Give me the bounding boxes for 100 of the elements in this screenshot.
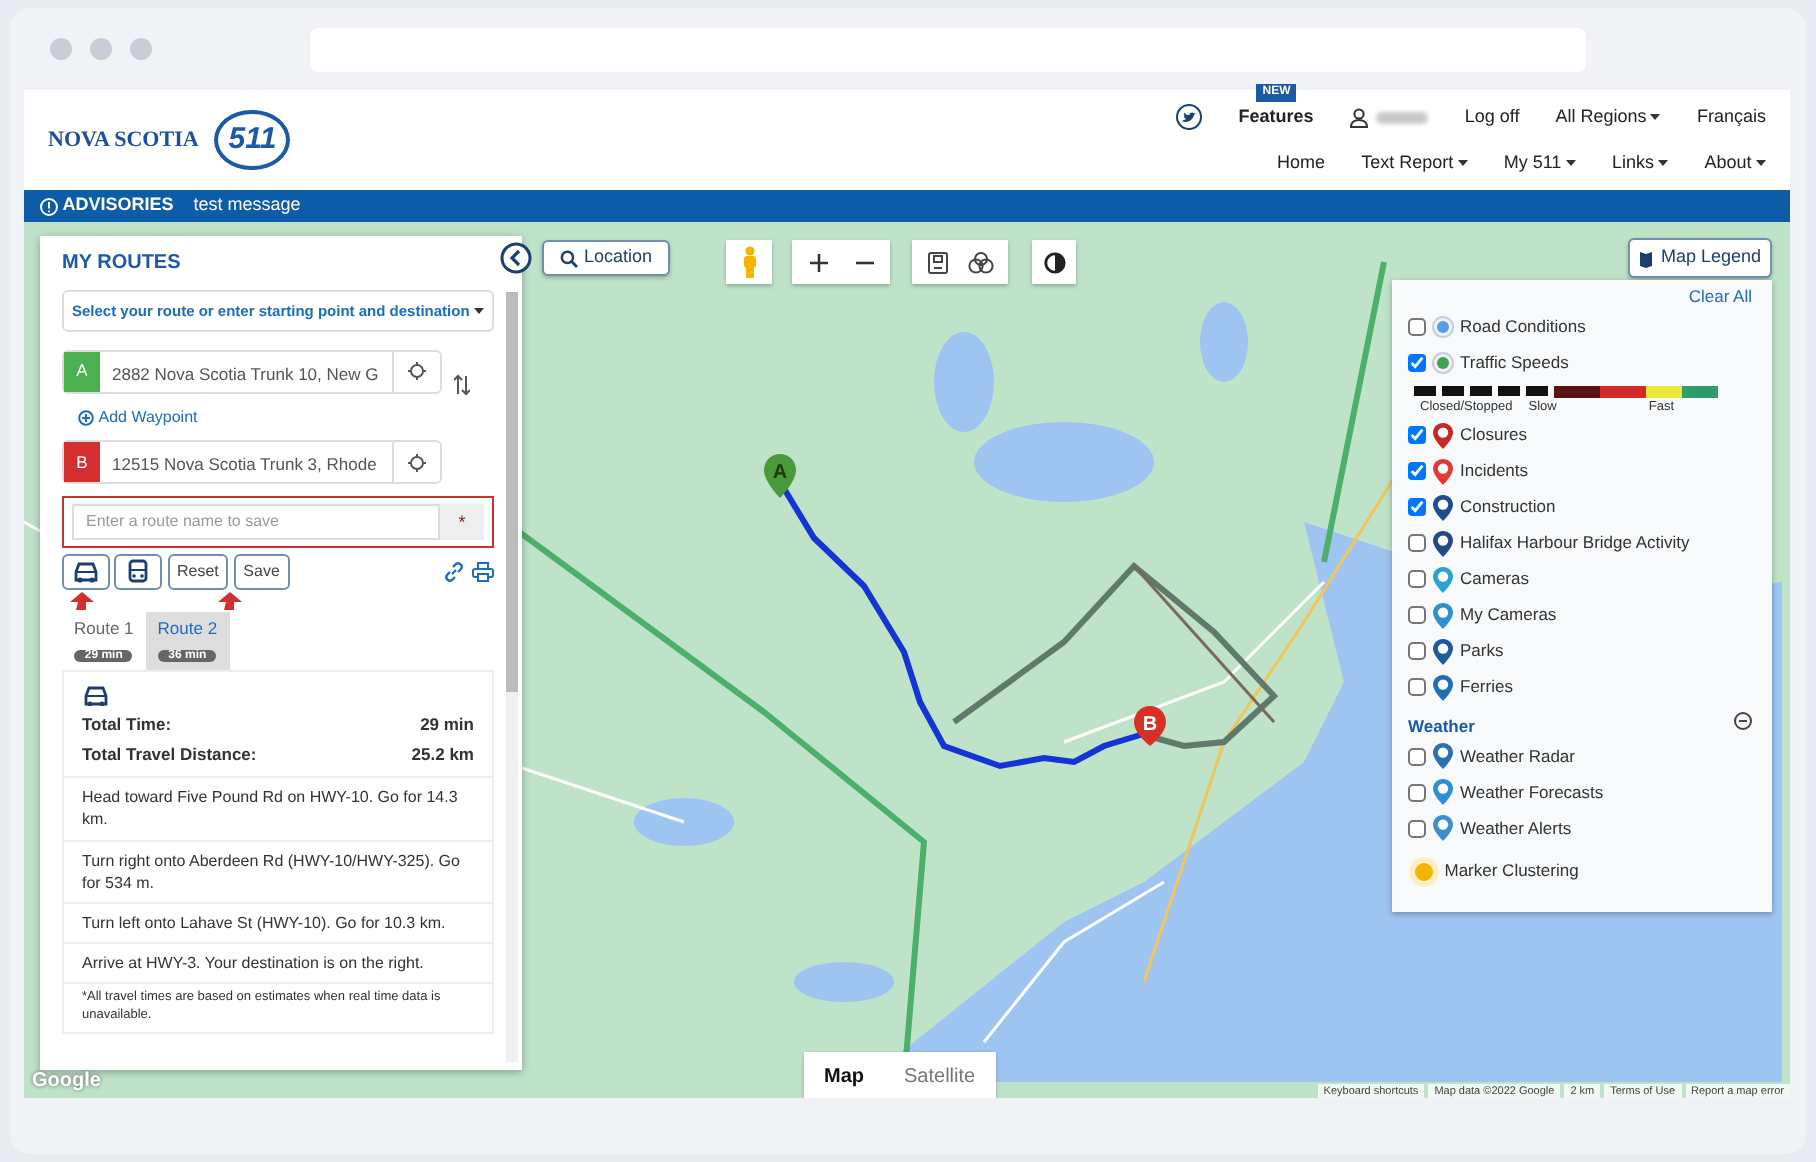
marker-label: A <box>64 351 100 392</box>
layer-checkbox[interactable] <box>1408 426 1426 444</box>
logo-text[interactable]: NOVA SCOTIA <box>48 123 199 157</box>
nav-link[interactable]: Home <box>1277 149 1326 176</box>
start-marker[interactable]: A <box>764 454 796 498</box>
lake-shape <box>1200 302 1248 382</box>
summary-value: 29 min <box>420 711 474 737</box>
print-icon[interactable] <box>472 561 494 581</box>
layer-label: Weather Alerts <box>1460 815 1572 842</box>
end-marker[interactable]: B <box>1134 706 1166 746</box>
layer-checkbox[interactable] <box>1408 534 1426 552</box>
layer-icon <box>1432 316 1454 339</box>
window-dot <box>130 38 152 60</box>
route-button[interactable]: Save <box>233 553 290 589</box>
layer-icon <box>1432 352 1454 375</box>
zoom-in-icon[interactable] <box>809 253 827 271</box>
collapse-button[interactable] <box>500 242 532 274</box>
lake-shape <box>794 962 894 1002</box>
scrollbar[interactable] <box>506 292 518 1062</box>
pin-icon <box>1432 742 1454 771</box>
direction-step: Turn left onto Lahave St (HWY-10). Go for 10.3 km. <box>64 904 492 945</box>
lake-shape <box>634 798 734 846</box>
pin-icon <box>1432 814 1454 843</box>
car-icon <box>72 558 100 584</box>
layers-icon[interactable] <box>967 251 993 273</box>
layer-label: Cameras <box>1460 566 1529 592</box>
layer-checkbox[interactable] <box>1408 783 1426 802</box>
clustering-label: Marker Clustering <box>1444 858 1579 885</box>
map-icon <box>1638 249 1655 267</box>
collapse-icon[interactable] <box>1734 712 1752 731</box>
map-type-tab[interactable]: Satellite <box>884 1052 996 1098</box>
pin-icon <box>1432 601 1454 629</box>
layer-checkbox[interactable] <box>1408 678 1426 696</box>
pin-icon <box>1432 421 1454 449</box>
caret-icon <box>1650 114 1661 121</box>
add-waypoint-link[interactable]: Add Waypoint <box>98 406 198 431</box>
bus-mode-button[interactable] <box>114 553 163 589</box>
clear-all-link[interactable]: Clear All <box>1408 284 1752 310</box>
summary-value: 25.2 km <box>411 741 474 767</box>
pointer-arrow-icon <box>216 589 244 611</box>
layer-checkbox[interactable] <box>1408 747 1426 766</box>
info-icon <box>40 197 58 215</box>
layer-label: Incidents <box>1460 458 1529 484</box>
summary-label: Total Time: <box>82 711 172 737</box>
layer-label: Parks <box>1460 638 1504 664</box>
swap-icon[interactable] <box>454 374 470 397</box>
twitter-icon[interactable] <box>1176 104 1203 131</box>
marker-label: B <box>64 442 100 483</box>
caret-icon <box>474 308 484 315</box>
location-field[interactable]: A 2882 Nova Scotia Trunk 10, New G <box>62 349 442 394</box>
contrast-button[interactable] <box>1032 240 1076 284</box>
pin-icon <box>1432 493 1454 521</box>
crosshair-icon[interactable] <box>408 362 426 381</box>
layer-checkbox[interactable] <box>1408 606 1426 624</box>
sun-icon <box>1408 855 1440 888</box>
route-name-field[interactable]: Enter a route name to save <box>72 504 440 541</box>
layer-label: Road Conditions <box>1460 314 1586 341</box>
link-icon[interactable] <box>443 561 463 581</box>
language-link[interactable]: Français <box>1696 104 1766 131</box>
direction-step: Arrive at HWY-3. Your destination is on the right. <box>64 944 492 985</box>
nav-link[interactable]: About <box>1704 149 1752 176</box>
layer-label: Traffic Speeds <box>1460 350 1569 377</box>
layer-label: Construction <box>1460 494 1556 520</box>
nav-link[interactable]: Links <box>1611 149 1654 176</box>
nav-link[interactable]: Text Report <box>1361 149 1454 176</box>
regions-dropdown[interactable]: All Regions <box>1555 104 1647 131</box>
search-icon <box>559 249 578 267</box>
layer-checkbox[interactable] <box>1408 570 1426 588</box>
direction-step: Turn right onto Aberdeen Rd (HWY-10/HWY-325). Go for 534 m. <box>64 841 492 904</box>
layer-checkbox[interactable] <box>1408 819 1426 838</box>
layer-label: Ferries <box>1460 674 1513 700</box>
save-icon[interactable] <box>927 251 947 273</box>
features-link[interactable]: Features <box>1238 106 1314 126</box>
layer-label: Weather Forecasts <box>1460 779 1604 806</box>
map-legend-button[interactable]: Map Legend <box>1628 238 1772 278</box>
layer-label: My Cameras <box>1460 602 1557 628</box>
layer-checkbox[interactable] <box>1408 462 1426 480</box>
advisory-label[interactable]: ADVISORIES <box>62 192 174 220</box>
layer-checkbox[interactable] <box>1408 498 1426 516</box>
layer-checkbox[interactable] <box>1408 318 1426 337</box>
layer-label: Halifax Harbour Bridge Activity <box>1460 530 1690 556</box>
bus-icon <box>124 558 153 584</box>
map-type-tab[interactable]: Map <box>804 1052 884 1098</box>
blurred-username <box>1376 111 1429 124</box>
google-logo: Google <box>32 1068 101 1096</box>
panel-title: MY ROUTES <box>62 250 183 278</box>
logoff-link[interactable]: Log off <box>1464 104 1520 131</box>
car-mode-button[interactable] <box>62 553 110 589</box>
layer-checkbox[interactable] <box>1408 354 1426 373</box>
crosshair-icon[interactable] <box>408 453 426 472</box>
section-title: Weather <box>1408 713 1475 739</box>
location-field[interactable]: B 12515 Nova Scotia Trunk 3, Rhode <box>62 440 442 485</box>
route-button[interactable]: Reset <box>167 553 229 589</box>
user-icon <box>1349 107 1368 128</box>
nav-link[interactable]: My 511 <box>1503 149 1562 176</box>
summary-label: Total Travel Distance: <box>82 741 257 767</box>
location-button[interactable]: Location <box>542 240 670 276</box>
window-dot <box>50 38 72 60</box>
logo-badge[interactable]: 511 <box>214 109 291 171</box>
layer-checkbox[interactable] <box>1408 642 1426 660</box>
